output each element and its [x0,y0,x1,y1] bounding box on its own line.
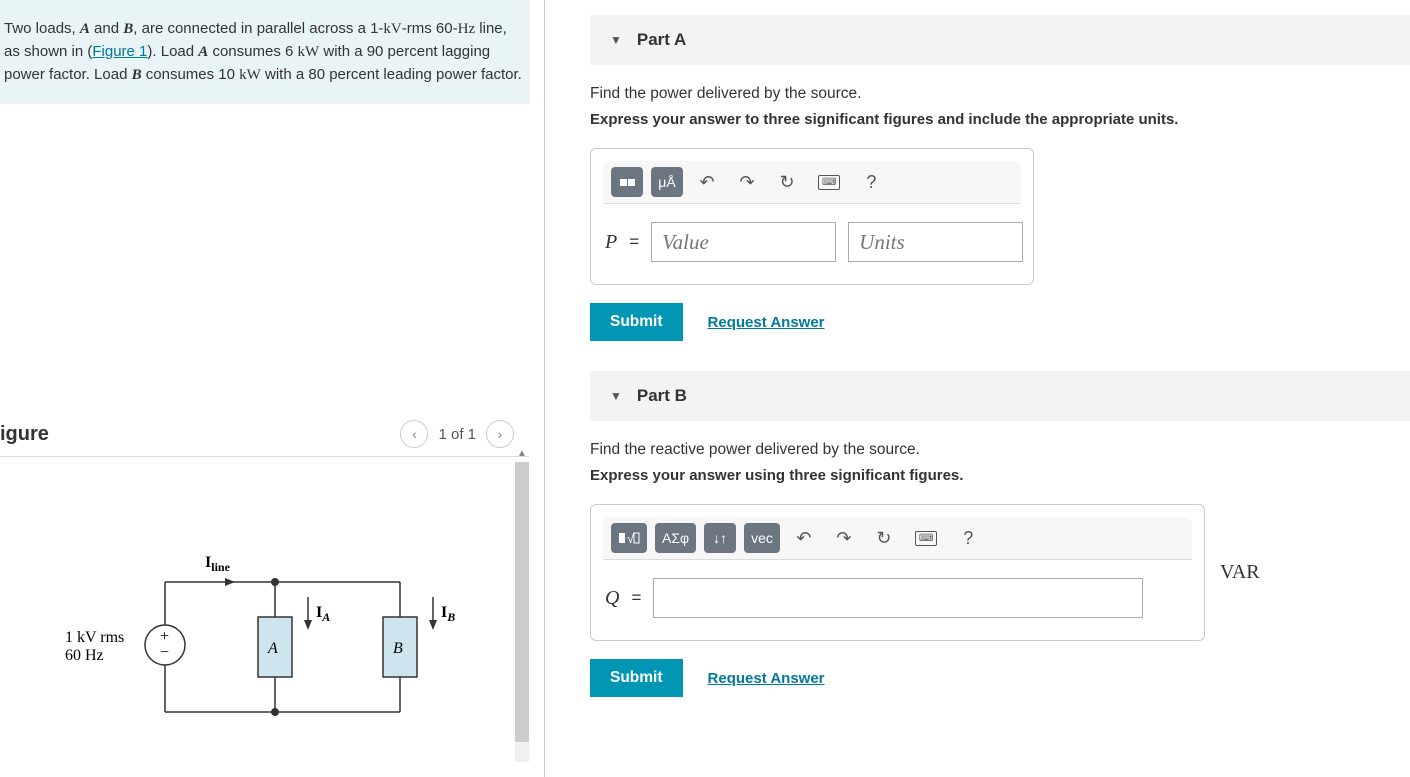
submit-button[interactable]: Submit [590,303,683,341]
caret-down-icon: ▼ [610,33,622,47]
equals-sign: = [631,588,641,608]
svg-text:−: − [160,644,169,661]
template-icon [620,179,635,186]
figure-counter: 1 of 1 [438,426,476,443]
value-input[interactable] [653,578,1143,618]
keyboard-icon: ⌨ [818,175,840,190]
reset-button[interactable]: ↻ [771,167,803,197]
sqrt-template-icon: √ [618,529,640,547]
scroll-up-icon[interactable]: ▲ [515,448,529,462]
part-a-prompt: Find the power delivered by the source. [590,85,1410,103]
scrollbar-thumb[interactable] [515,462,529,742]
part-b-header[interactable]: ▼ Part B [590,371,1410,421]
greek-button[interactable]: ΑΣφ [655,523,696,553]
part-b-title: Part B [637,386,687,406]
part-a-instructions: Express your answer to three significant… [590,111,1410,128]
help-button[interactable]: ? [952,523,984,553]
figure-link[interactable]: Figure 1 [92,43,147,60]
undo-button[interactable]: ↶ [788,523,820,553]
help-button[interactable]: ? [855,167,887,197]
caret-down-icon: ▼ [610,389,622,403]
templates-button[interactable] [611,167,643,197]
part-b: ▼ Part B Find the reactive power deliver… [590,371,1410,712]
svg-text:IB: IB [441,604,455,624]
variable-p: P [605,231,617,254]
vec-button[interactable]: vec [744,523,780,553]
svg-text:60 Hz: 60 Hz [65,647,104,664]
answer-box-a: μÅ ↶ ↷ ↻ ⌨ ? P = [590,148,1034,285]
circuit-diagram: + − A B Iline IA IB [50,542,470,762]
problem-statement: Two loads, A and B, are connected in par… [0,0,530,104]
variable-q: Q [605,587,619,610]
keyboard-icon: ⌨ [915,531,937,546]
value-input[interactable] [651,222,836,262]
request-answer-link[interactable]: Request Answer [708,670,825,687]
undo-button[interactable]: ↶ [691,167,723,197]
svg-text:Iline: Iline [205,554,231,574]
keyboard-button[interactable]: ⌨ [811,167,847,197]
templates-button[interactable]: √ [611,523,647,553]
submit-button[interactable]: Submit [590,659,683,697]
units-input[interactable] [848,222,1023,262]
part-a-title: Part A [637,30,686,50]
request-answer-link[interactable]: Request Answer [708,314,825,331]
unit-var: VAR [1220,561,1260,584]
part-a-header[interactable]: ▼ Part A [590,15,1410,65]
part-b-prompt: Find the reactive power delivered by the… [590,441,1410,459]
units-button[interactable]: μÅ [651,167,683,197]
figure-title: igure [0,423,49,446]
figure-scrollbar[interactable]: ▲ [515,462,529,762]
keyboard-button[interactable]: ⌨ [908,523,944,553]
part-b-instructions: Express your answer using three signific… [590,467,1410,484]
reset-button[interactable]: ↻ [868,523,900,553]
redo-button[interactable]: ↷ [828,523,860,553]
svg-text:IA: IA [316,604,330,624]
svg-text:1 kV rms: 1 kV rms [65,629,124,646]
svg-text:B: B [393,640,403,657]
answer-box-b: √ ΑΣφ ↓↑ vec ↶ ↷ ↻ ⌨ ? Q [590,504,1205,641]
equals-sign: = [629,232,639,252]
part-a: ▼ Part A Find the power delivered by the… [590,15,1410,356]
svg-text:A: A [267,640,278,657]
figure-prev-button[interactable]: ‹ [400,420,428,448]
redo-button[interactable]: ↷ [731,167,763,197]
svg-text:+: + [160,628,169,645]
arrows-button[interactable]: ↓↑ [704,523,736,553]
figure-next-button[interactable]: › [486,420,514,448]
